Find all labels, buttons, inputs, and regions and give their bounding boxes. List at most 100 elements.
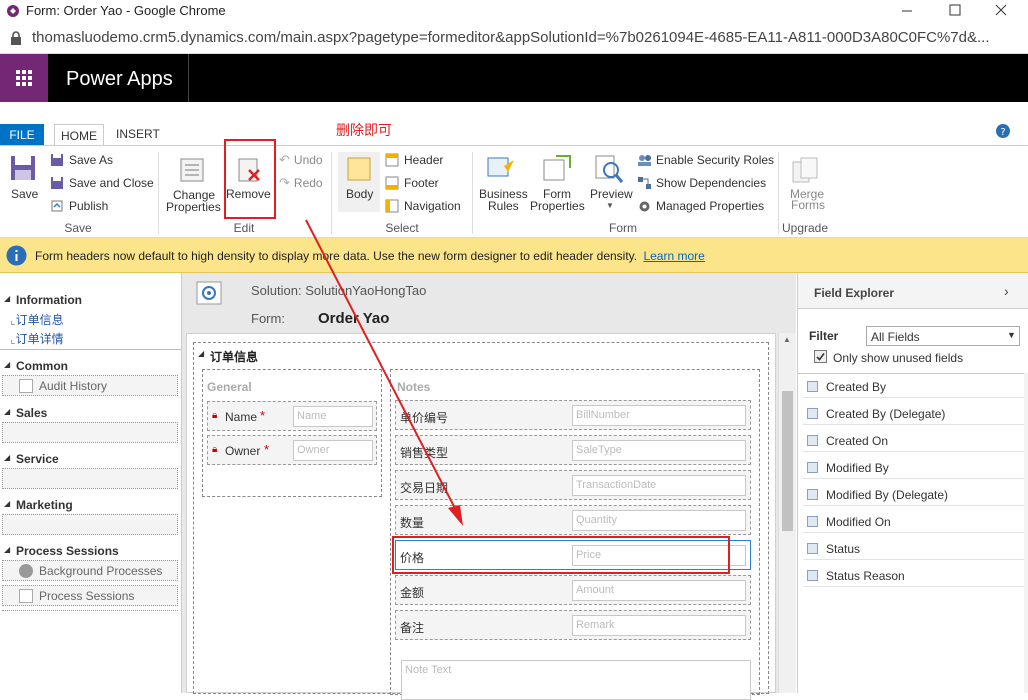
managed-properties-button[interactable]: Managed Properties — [637, 197, 764, 215]
filter-select[interactable]: All Fields ▼ — [866, 326, 1020, 346]
scroll-thumb[interactable] — [782, 391, 793, 531]
canvas-scrollbar[interactable]: ▲ — [778, 333, 796, 693]
notes-field-row[interactable]: 金额 Amount — [395, 575, 751, 605]
change-properties-button[interactable]: Change Properties — [166, 152, 221, 214]
nav-section-marketing[interactable]: Marketing — [16, 498, 73, 512]
nav-item-order-detail[interactable]: ⌞订单详情 — [10, 330, 64, 347]
nav-item-process-sessions[interactable]: Process Sessions — [2, 585, 178, 606]
checkmark-icon — [816, 353, 825, 361]
redo-button[interactable]: ↷ Redo — [279, 174, 323, 192]
notes-field-label: 数量 — [400, 516, 425, 530]
triangle-icon: ◢ — [4, 499, 11, 508]
save-and-close-label: Save and Close — [69, 176, 154, 190]
triangle-icon: ◢ — [4, 294, 11, 303]
field-list-item[interactable]: Modified By (Delegate) — [803, 484, 1025, 506]
preview-button[interactable]: Preview ▼ — [588, 152, 633, 218]
notes-field-input[interactable]: SaleType — [572, 440, 746, 461]
solution-label: Solution: SolutionYaoHongTao — [251, 283, 427, 298]
save-as-button[interactable]: Save As — [50, 151, 113, 169]
notes-field-row[interactable]: 单价编号 BillNumber — [395, 400, 751, 430]
url-text[interactable]: thomasluodemo.crm5.dynamics.com/main.asp… — [32, 29, 1022, 46]
field-explorer-header[interactable]: Field Explorer › — [798, 273, 1028, 309]
owner-field[interactable]: 🔒︎ Owner * Owner — [207, 435, 377, 465]
help-icon[interactable]: ? — [996, 124, 1010, 138]
tab-section[interactable]: ◢ 订单信息 General 🔒︎ Name * Name 🔒︎ Owner *… — [193, 342, 769, 700]
nav-item-background-processes[interactable]: Background Processes — [2, 560, 178, 581]
notes-field-input[interactable]: BillNumber — [572, 405, 746, 426]
nav-section-information[interactable]: Information — [16, 293, 82, 307]
app-launcher-button[interactable] — [0, 54, 48, 102]
maximize-button[interactable] — [940, 2, 970, 20]
note-text-area[interactable]: Note Text — [401, 660, 751, 700]
field-icon — [807, 408, 818, 419]
save-button[interactable]: Save — [6, 152, 42, 202]
field-list-item-label: Status — [826, 541, 861, 556]
business-rules-button[interactable]: Business Rules — [478, 152, 528, 213]
triangle-icon: ◢ — [4, 453, 11, 462]
notes-field-input[interactable]: Remark — [572, 615, 746, 636]
field-list-item[interactable]: Created By (Delegate) — [803, 403, 1025, 425]
nav-item-label: 订单详情 — [15, 332, 64, 346]
nav-item-order-info[interactable]: ⌞订单信息 — [10, 311, 64, 328]
field-list-item[interactable]: Modified By — [803, 457, 1025, 479]
unused-fields-checkbox[interactable] — [814, 350, 827, 363]
field-icon — [807, 570, 818, 581]
footer-button[interactable]: Footer — [385, 174, 439, 192]
notes-field-row[interactable]: 交易日期 TransactionDate — [395, 470, 751, 500]
show-dependencies-label: Show Dependencies — [656, 176, 767, 190]
tab-home[interactable]: HOME — [54, 124, 104, 146]
triangle-icon: ◢ — [4, 407, 11, 416]
nav-section-service[interactable]: Service — [16, 452, 59, 466]
body-button[interactable]: Body — [338, 152, 380, 212]
navigation-button[interactable]: Navigation — [385, 197, 461, 215]
name-input[interactable]: Name — [293, 406, 373, 427]
nav-section-sales[interactable]: Sales — [16, 406, 47, 420]
notes-field-label: 金额 — [400, 586, 425, 600]
field-list-item[interactable]: Modified On — [803, 511, 1025, 533]
minimize-button[interactable] — [892, 2, 922, 20]
general-section[interactable]: General 🔒︎ Name * Name 🔒︎ Owner * Owner — [202, 369, 382, 497]
notes-field-row[interactable]: 销售类型 SaleType — [395, 435, 751, 465]
save-and-close-button[interactable]: Save and Close — [50, 174, 154, 192]
tab-file[interactable]: FILE — [0, 124, 44, 146]
nav-section-process-sessions[interactable]: Process Sessions — [16, 544, 119, 558]
explorer-scrollbar[interactable] — [1024, 373, 1028, 693]
undo-button[interactable]: ↶ Undo — [279, 151, 323, 169]
address-bar[interactable]: thomasluodemo.crm5.dynamics.com/main.asp… — [0, 22, 1028, 54]
close-button[interactable] — [986, 2, 1016, 20]
notes-field-input[interactable]: Quantity — [572, 510, 746, 531]
learn-more-link[interactable]: Learn more — [643, 249, 704, 263]
app-name[interactable]: Power Apps — [66, 68, 173, 91]
merge-forms-button[interactable]: Merge Forms — [784, 152, 828, 212]
form-body: ◢ 订单信息 General 🔒︎ Name * Name 🔒︎ Owner *… — [186, 333, 776, 700]
notes-field-row[interactable]: 备注 Remark — [395, 610, 751, 640]
gear-icon — [639, 201, 650, 211]
notes-field-row[interactable]: 价格 Price — [395, 540, 751, 570]
publish-button[interactable]: Publish — [50, 197, 108, 215]
field-list-item[interactable]: Status Reason — [803, 565, 1025, 587]
notes-field-input[interactable]: TransactionDate — [572, 475, 746, 496]
owner-input[interactable]: Owner — [293, 440, 373, 461]
header-button[interactable]: Header — [385, 151, 443, 169]
tab-insert-label: INSERT — [116, 127, 160, 141]
info-icon — [6, 245, 27, 266]
name-field[interactable]: 🔒︎ Name * Name — [207, 401, 377, 431]
notes-field-input[interactable]: Amount — [572, 580, 746, 601]
show-dependencies-button[interactable]: Show Dependencies — [637, 174, 766, 192]
notes-field-input[interactable]: Price — [572, 545, 746, 566]
notes-field-row[interactable]: 数量 Quantity — [395, 505, 751, 535]
field-list-item[interactable]: Created By — [803, 376, 1025, 398]
notes-section[interactable]: Notes 单价编号 BillNumber 销售类型 SaleType 交易日期 Tran… — [390, 369, 760, 700]
field-list-item[interactable]: Status — [803, 538, 1025, 560]
field-list-item-label: Created By — [826, 379, 887, 394]
enable-security-roles-button[interactable]: Enable Security Roles — [637, 151, 774, 169]
scroll-up-icon[interactable]: ▲ — [783, 335, 791, 344]
owner-label: Owner — [225, 444, 261, 458]
nav-item-audit-history[interactable]: Audit History — [2, 375, 178, 396]
nav-section-common[interactable]: Common — [16, 359, 68, 373]
form-properties-button[interactable]: Form Properties — [530, 152, 588, 213]
field-list-item[interactable]: Created On — [803, 430, 1025, 452]
tab-insert[interactable]: INSERT — [116, 127, 160, 141]
ribbon-top-line — [0, 145, 1028, 146]
chevron-right-icon[interactable]: › — [1004, 283, 1009, 299]
